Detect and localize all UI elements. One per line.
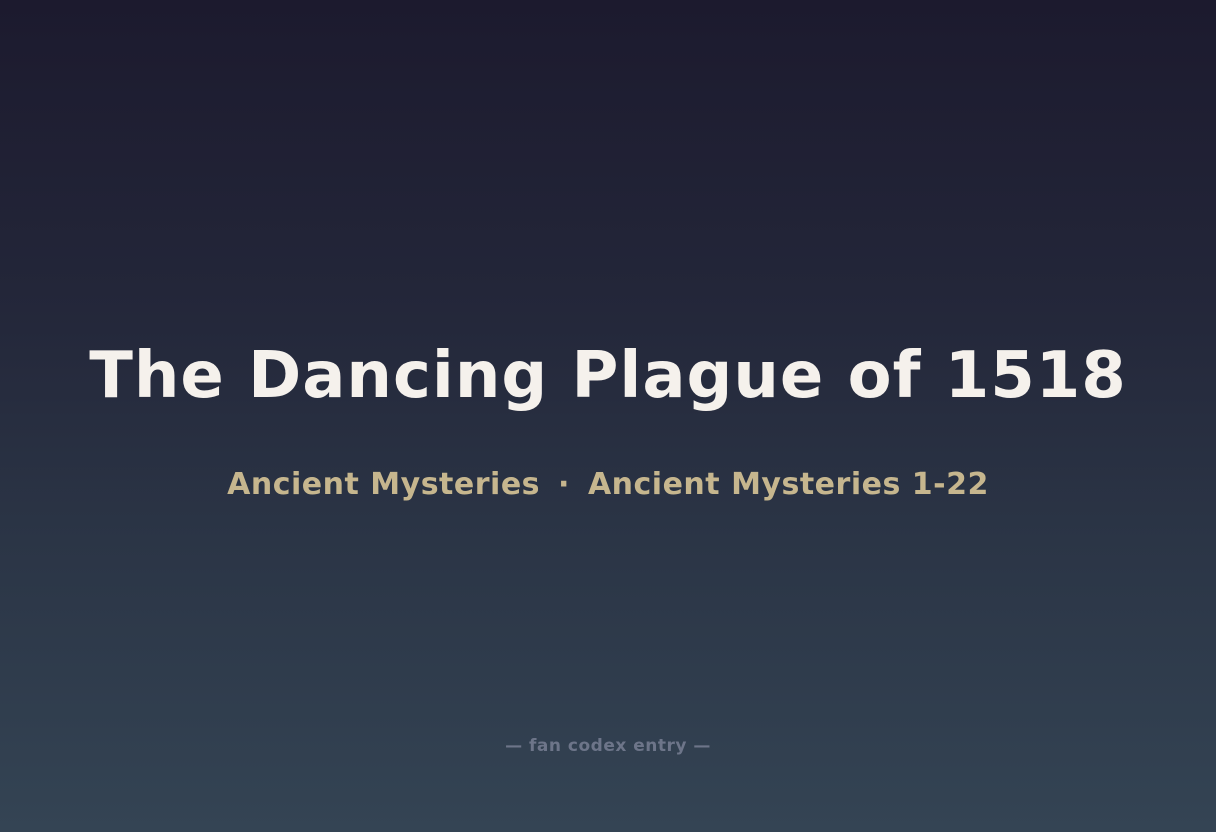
subtitle-series: Ancient Mysteries 1-22 <box>587 467 989 502</box>
page-title: The Dancing Plague of 1518 <box>89 339 1127 413</box>
subtitle-separator: · <box>558 467 570 502</box>
subtitle: Ancient Mysteries · Ancient Mysteries 1-22 <box>0 466 1216 504</box>
footer-caption: — fan codex entry — <box>505 736 711 756</box>
subtitle-category: Ancient Mysteries <box>227 467 541 502</box>
